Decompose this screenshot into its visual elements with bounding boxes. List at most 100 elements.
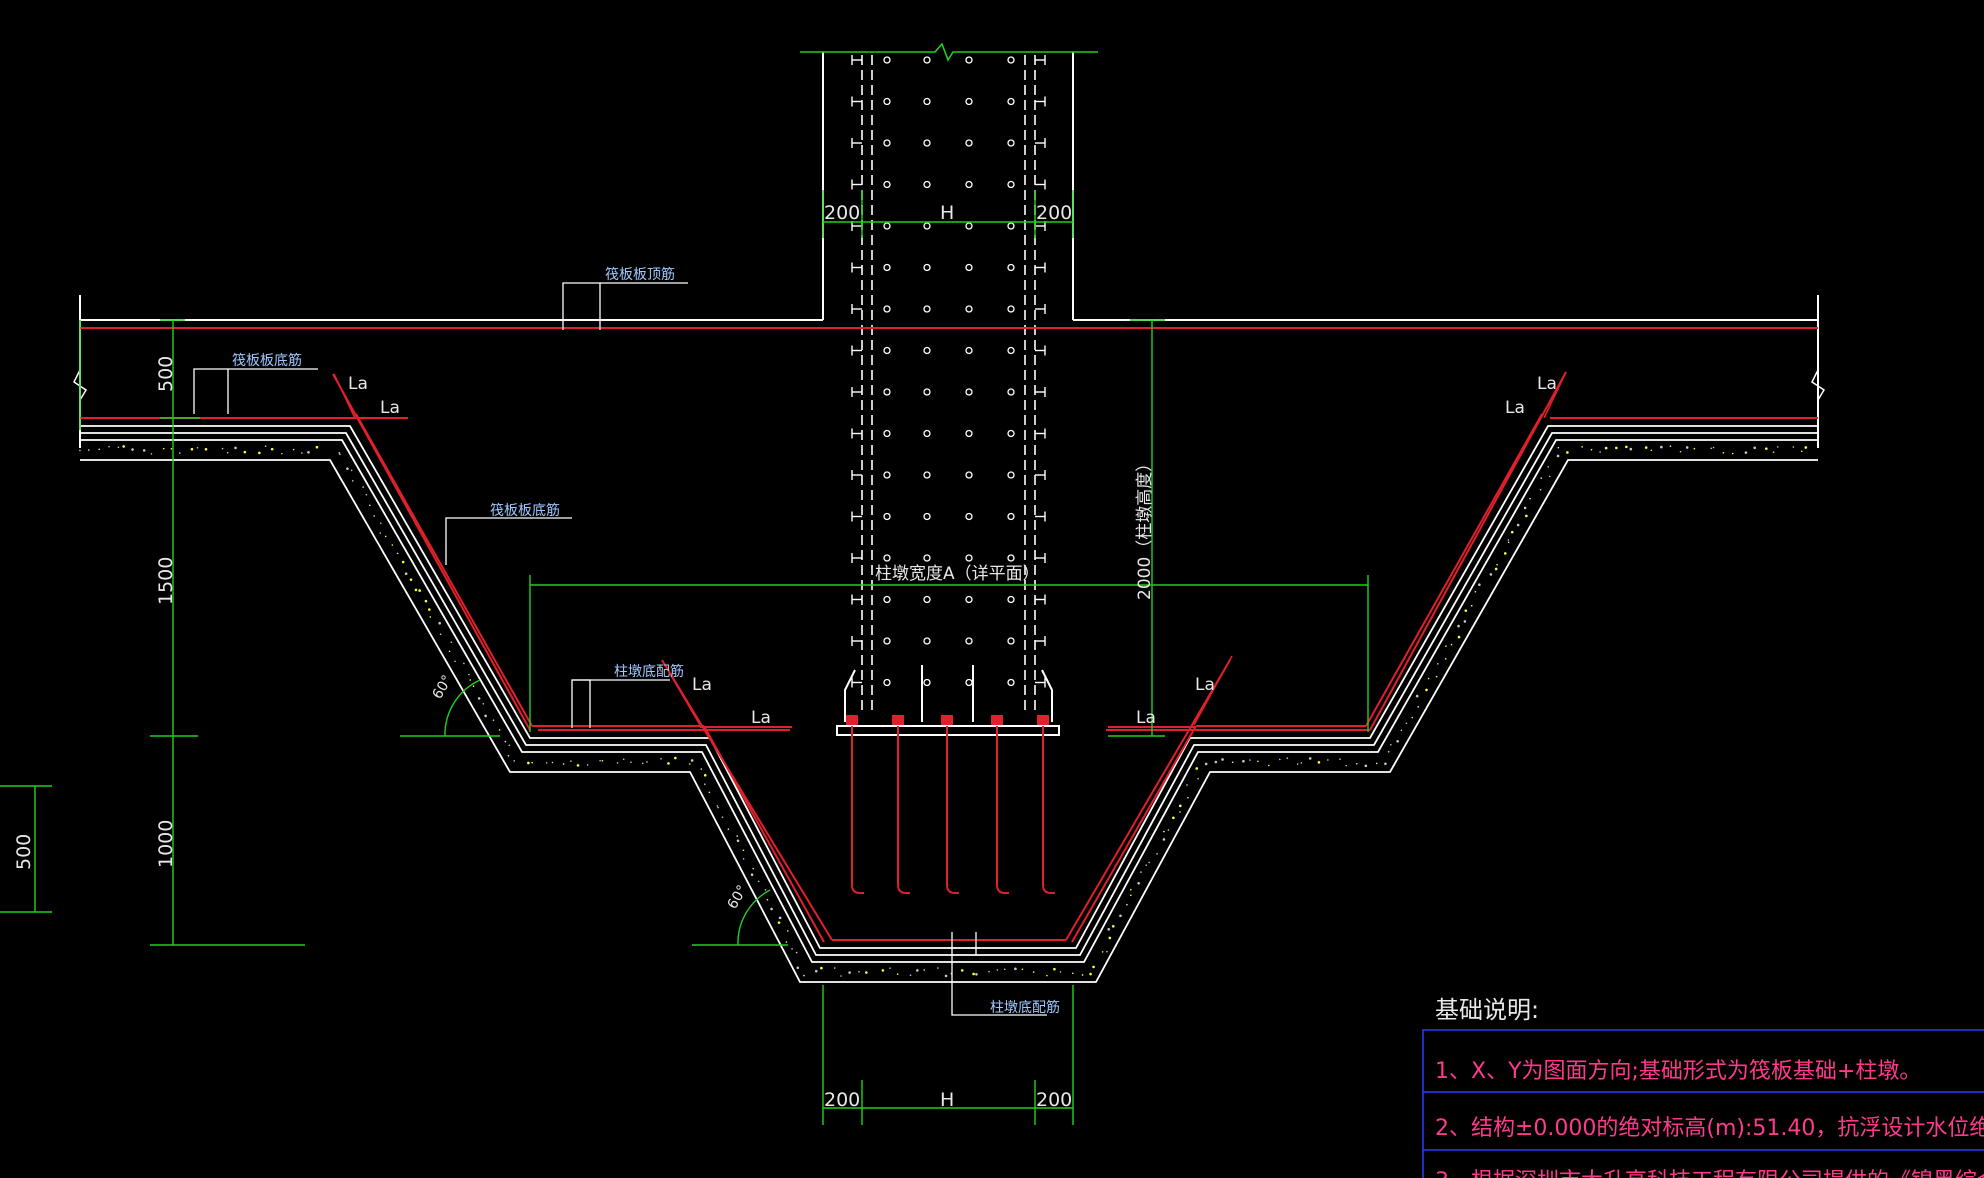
concrete-speck xyxy=(1765,447,1768,450)
bolt-nut xyxy=(892,715,904,725)
concrete-speck xyxy=(881,969,885,972)
concrete-speck xyxy=(292,448,295,451)
concrete-speck xyxy=(972,972,975,976)
concrete-speck xyxy=(1444,658,1447,660)
concrete-speck xyxy=(1286,757,1289,759)
concrete-speck xyxy=(1384,762,1387,766)
concrete-speck xyxy=(439,633,442,636)
concrete-speck xyxy=(736,839,740,843)
rebar-dot xyxy=(883,429,891,438)
concrete-speck xyxy=(1547,465,1550,468)
rebar-dot xyxy=(883,346,891,355)
concrete-speck xyxy=(1390,744,1392,746)
dimension-texts: 500 1500 1000 500 2000（柱墩高度） 200 H 200 2… xyxy=(13,202,1155,1111)
rebar-dot xyxy=(883,222,891,230)
foundation-bottom-outline xyxy=(80,425,1818,983)
la-markers xyxy=(333,371,1567,726)
concrete-speck xyxy=(190,447,194,451)
bolt-nut xyxy=(991,715,1003,725)
label-pier-bottom-rebar-upper: 柱墩底配筋 xyxy=(614,663,684,680)
concrete-speck xyxy=(923,969,926,971)
rebar-dot xyxy=(1007,637,1015,645)
rebar-dot xyxy=(923,678,931,687)
concrete-speck xyxy=(717,806,719,809)
dim-cover-right-bottom: 200 xyxy=(1036,1089,1072,1111)
anchor-bolt xyxy=(1042,726,1055,894)
concrete-speck xyxy=(770,907,773,911)
concrete-speck xyxy=(1092,965,1095,969)
concrete-speck xyxy=(469,679,472,681)
concrete-speck xyxy=(796,966,800,970)
concrete-speck xyxy=(1503,552,1507,555)
concrete-speck xyxy=(833,967,836,969)
concrete-speck xyxy=(404,572,408,576)
concrete-speck xyxy=(646,761,648,763)
concrete-speck xyxy=(1470,604,1473,607)
concrete-speck xyxy=(1685,446,1689,449)
anchor-bolts xyxy=(846,715,1055,894)
concrete-speck xyxy=(396,552,399,555)
rebar-dot xyxy=(923,512,931,521)
concrete-speck xyxy=(551,761,554,764)
concrete-speck xyxy=(1772,451,1775,453)
concrete-speck xyxy=(1137,881,1140,885)
concrete-speck xyxy=(1119,914,1122,918)
rebar-dot xyxy=(1007,429,1015,438)
concrete-speck xyxy=(1753,446,1756,450)
concrete-speck xyxy=(786,930,789,932)
concrete-speck xyxy=(742,849,745,852)
concrete-speck xyxy=(1059,971,1062,973)
concrete-speck xyxy=(1529,497,1531,500)
rebar-dot xyxy=(883,554,891,562)
concrete-speck xyxy=(1450,643,1453,646)
rebar-dot xyxy=(965,471,973,479)
concrete-speck xyxy=(98,448,101,451)
concrete-speck xyxy=(641,762,644,765)
concrete-speck xyxy=(1510,530,1514,534)
concrete-speck xyxy=(281,452,283,455)
rebar-dot xyxy=(1007,97,1015,106)
concrete-speck xyxy=(1356,763,1358,765)
concrete-speck xyxy=(1140,871,1142,873)
rebar-dot xyxy=(883,595,891,604)
bolt-nut xyxy=(1037,715,1049,725)
concrete-speck xyxy=(1581,446,1583,448)
concrete-speck xyxy=(716,805,719,807)
concrete-speck xyxy=(454,660,456,663)
label-raft-bottom-rebar-left: 筏板板底筋 xyxy=(232,352,302,369)
concrete-speck xyxy=(1178,804,1182,808)
concrete-speck xyxy=(1130,894,1132,897)
concrete-speck xyxy=(1556,454,1560,458)
concrete-speck xyxy=(1089,972,1092,976)
anchor-bolt xyxy=(996,726,1009,894)
concrete-speck xyxy=(1108,936,1112,940)
notes-frame xyxy=(1422,1029,1984,1178)
concrete-speck xyxy=(1032,971,1035,973)
concrete-speck xyxy=(221,447,224,450)
concrete-speck xyxy=(507,754,510,757)
angle-upper: 60° xyxy=(430,672,456,702)
concrete-speck xyxy=(777,921,781,924)
concrete-speck xyxy=(438,621,441,625)
concrete-speck xyxy=(1425,688,1428,692)
concrete-speck xyxy=(1249,759,1251,761)
concrete-speck xyxy=(814,969,818,973)
concrete-speck xyxy=(803,974,805,977)
rebar-dot xyxy=(923,388,931,396)
rebar-dot xyxy=(1007,554,1015,562)
concrete-speck xyxy=(1540,477,1543,479)
label-raft-bottom-rebar-slope: 筏板板底筋 xyxy=(490,502,560,519)
concrete-speck xyxy=(1195,767,1199,770)
anchor-bolt xyxy=(851,726,864,894)
concrete-speck xyxy=(1629,447,1633,451)
concrete-speck xyxy=(170,448,173,450)
rebar-dot xyxy=(923,180,931,189)
concrete-speck xyxy=(1111,924,1115,928)
concrete-speck xyxy=(616,762,619,764)
rebar-dot xyxy=(883,512,891,521)
concrete-speck xyxy=(1710,447,1713,450)
concrete-speck xyxy=(226,451,229,454)
concrete-speck xyxy=(1187,796,1189,799)
concrete-speck xyxy=(1731,452,1734,455)
concrete-speck xyxy=(1464,609,1468,612)
